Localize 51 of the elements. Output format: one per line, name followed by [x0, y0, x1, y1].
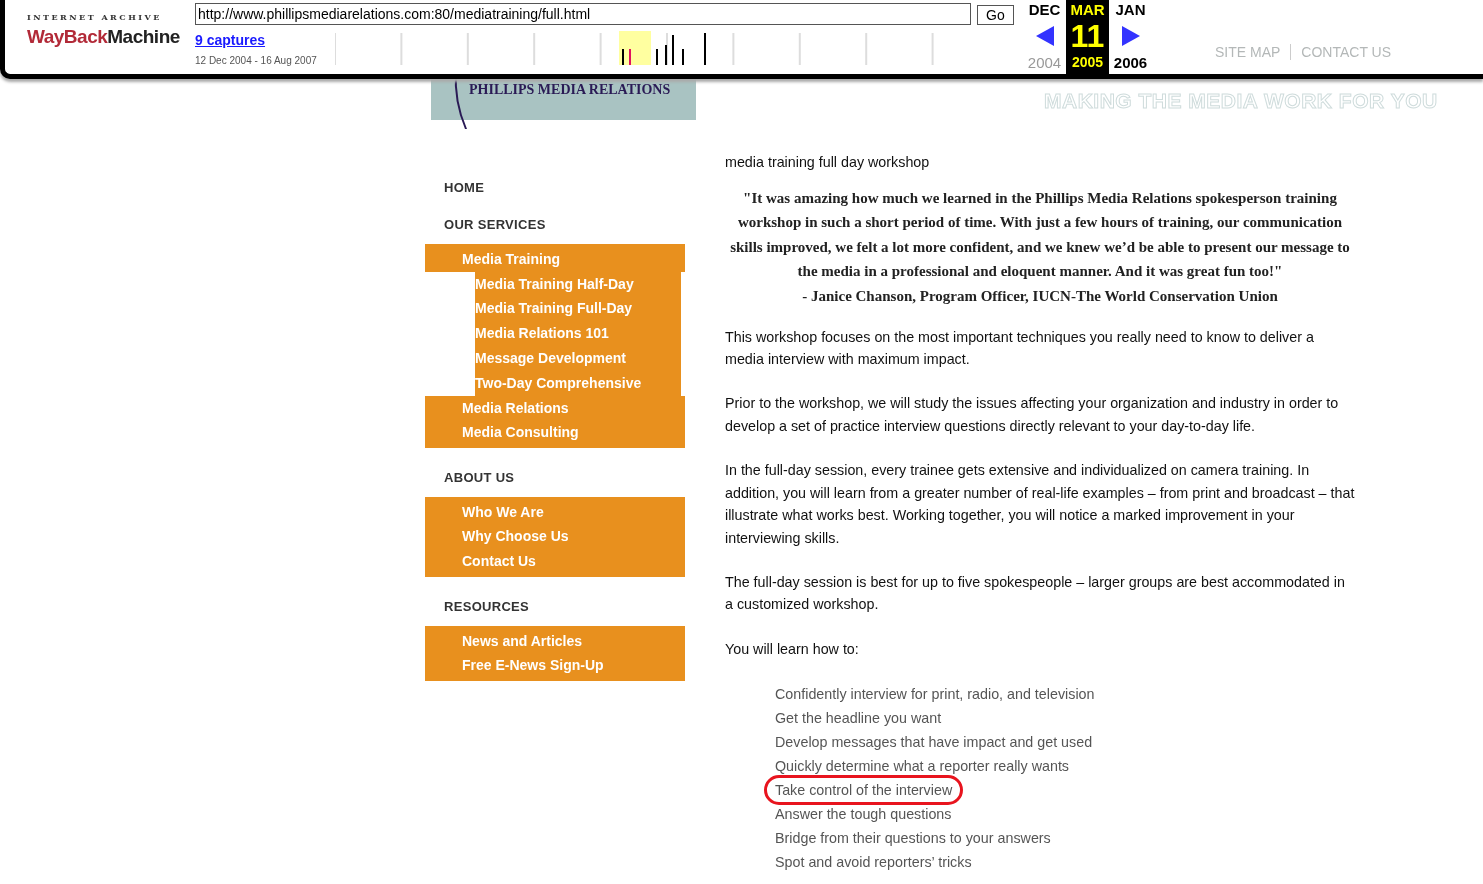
nav-heading[interactable]: ABOUT US: [425, 469, 685, 485]
paragraph: Prior to the workshop, we will study the issues affecting your organization and industry in order to develop a set of practice interview questions directly relevant to your day-to-day life.: [725, 394, 1340, 436]
year-label[interactable]: 2005: [1071, 54, 1104, 70]
paragraph: The full-day session is best for up to five spokespeople – larger groups are best accommodated in a customized workshop.: [725, 572, 1346, 615]
url-field[interactable]: http://www.phillipsmediarelations.com:80/mediatraining/full.html: [195, 3, 971, 25]
testimonial-attribution: - Janice Chanson, Program Officer, IUCN-The World Conservation Union: [801, 286, 1279, 306]
nav-subitem[interactable]: Media Training Half-Day: [475, 271, 681, 297]
nav-item[interactable]: Who We Are: [425, 499, 685, 525]
nav-subitem[interactable]: Message Development: [475, 346, 681, 371]
circled-list-item: Take control of the interview: [764, 774, 964, 805]
testimonial-quote: "It was amazing how much we learned in the Phillips Media Relations spokesperson training workshop in such a short period of time. With just a few hours of training, our communication skills improved, we felt a lot more confident, and we knew we’d be able to present our message to the media in a professional and eloquent manner. And it was great fun too!": [729, 189, 1351, 282]
day-number: 11: [1070, 17, 1105, 55]
paragraph: In the full-day session, every trainee gets extensive and individualized on camera training. In addition, you will learn from a greater number of real-life examples – from print and broadcast – that illustrate what works best. Working together, you will notice a marked improvement in your interviewing skills.: [725, 461, 1355, 548]
header-link[interactable]: CONTACT US: [1301, 44, 1392, 60]
nav-heading[interactable]: HOME: [425, 180, 685, 195]
nav-item[interactable]: Media Consulting: [425, 420, 685, 445]
logo-caption: INTERNET ARCHIVE: [27, 12, 163, 22]
nav-item[interactable]: News and Articles: [425, 628, 685, 654]
list-item: Bridge from their questions to your answers: [775, 828, 1051, 848]
nav-subitem[interactable]: Media Relations 101: [475, 321, 681, 346]
page-title: media training full day workshop: [725, 154, 931, 170]
nav-item[interactable]: Media Training: [425, 247, 685, 272]
year-label[interactable]: 2006: [1113, 54, 1148, 71]
nav-item[interactable]: Media Relations: [425, 395, 685, 421]
header-link[interactable]: SITE MAP: [1215, 44, 1281, 60]
month-label[interactable]: DEC: [1028, 1, 1061, 18]
nav-heading[interactable]: RESOURCES: [425, 598, 685, 614]
paragraph: You will learn how to:: [725, 639, 860, 659]
nav-subitem[interactable]: Two-Day Comprehensive: [475, 370, 681, 396]
nav-item[interactable]: Free E-News Sign-Up: [425, 653, 685, 678]
list-item: Develop messages that have impact and get used: [775, 732, 1093, 752]
logo-text: PHILLIPS MEDIA RELATIONS: [469, 82, 671, 98]
wayback-logo[interactable]: WayBackMachine: [27, 26, 180, 48]
previous-arrow-icon[interactable]: [1035, 26, 1054, 46]
nav-subitem[interactable]: Media Training Full-Day: [475, 296, 681, 322]
list-item: Spot and avoid reporters’ tricks: [775, 852, 972, 872]
next-arrow-icon[interactable]: [1121, 26, 1140, 46]
captures-link[interactable]: 9 captures: [195, 32, 266, 48]
nav-heading[interactable]: OUR SERVICES: [425, 217, 685, 232]
list-item: Confidently interview for print, radio, and television: [775, 684, 1095, 704]
nav-item[interactable]: Contact Us: [425, 548, 685, 574]
go-button[interactable]: Go: [977, 5, 1014, 25]
paragraph: This workshop focuses on the most important techniques you really need to know to deliver a media interview with maximum impact.: [725, 327, 1315, 370]
list-item: Get the headline you want: [775, 708, 942, 728]
year-label: 2004: [1027, 54, 1062, 71]
date-range: 12 Dec 2004 - 16 Aug 2007: [195, 55, 318, 66]
list-item: Quickly determine what a reporter really wants: [775, 756, 1069, 776]
month-label: MAR: [1070, 1, 1105, 18]
list-item: Answer the tough questions: [775, 804, 952, 824]
nav-item[interactable]: Why Choose Us: [425, 524, 685, 549]
month-label[interactable]: JAN: [1115, 1, 1146, 18]
